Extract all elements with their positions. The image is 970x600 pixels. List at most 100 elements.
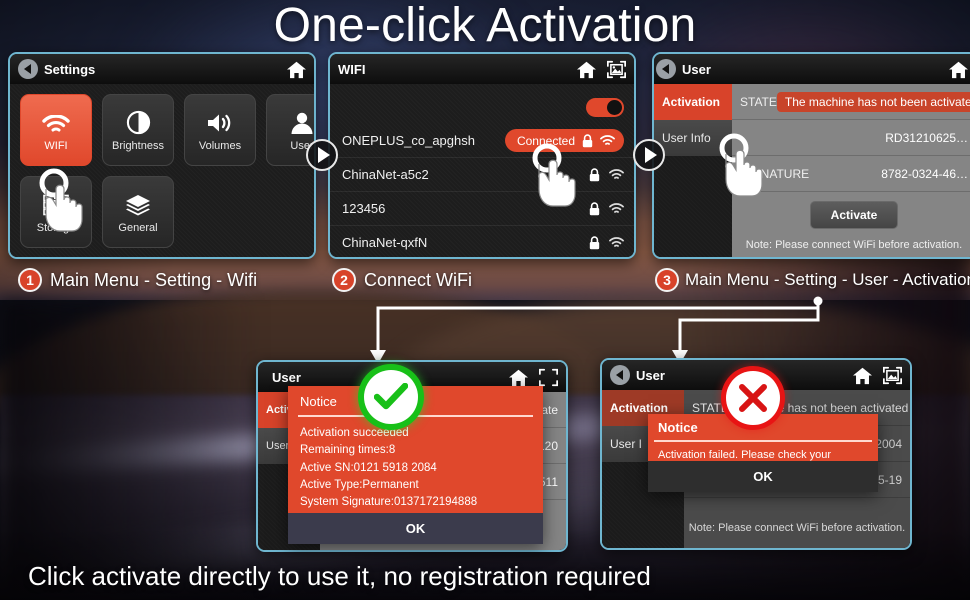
settings-tile-label: Brightness [112, 139, 164, 152]
wifi-toggle[interactable] [586, 98, 624, 117]
wifi-titlebar: WIFI [330, 54, 634, 84]
ok-button[interactable]: OK [288, 513, 543, 544]
back-arrow-icon[interactable] [656, 59, 676, 79]
tab-user-info[interactable]: User Info [654, 120, 732, 156]
settings-tile-label: Storage [36, 221, 76, 234]
settings-titlebar: Settings [10, 54, 314, 84]
user-title: User [682, 61, 711, 77]
home-icon[interactable] [852, 366, 873, 385]
home-icon[interactable] [576, 60, 597, 79]
next-arrow-1[interactable] [306, 139, 338, 171]
step-badge: 3 [655, 268, 679, 292]
wifi-network-row[interactable]: ChinaNet-a5c2 [330, 158, 634, 192]
error-cross-icon [726, 371, 780, 425]
user-row-key: SIGNATURE [740, 166, 810, 181]
wifi-ssid: 123456 [342, 201, 386, 216]
notice-line: Remaining times:8 [300, 444, 396, 457]
bottom-caption: Click activate directly to use it, no re… [28, 561, 651, 591]
screenshot-icon[interactable] [538, 368, 559, 387]
wifi-signal-icon [609, 202, 624, 213]
wifi-signal-icon [609, 168, 624, 179]
storage-icon [42, 191, 70, 217]
activate-button[interactable]: Activate [809, 201, 899, 229]
success-notice-dialog: Notice Activation succeeded Remaining ti… [288, 386, 543, 544]
step-label: Main Menu - Setting - Wifi [50, 269, 258, 290]
notice-line: Activation succeeded [300, 427, 409, 439]
user-activation-panel: User Activation User Info STATE The mach… [652, 52, 970, 259]
wifi-network-row[interactable]: 123456 [330, 192, 634, 226]
wifi-network-row[interactable]: - [330, 253, 634, 260]
step-label: Connect WiFi [364, 269, 473, 290]
failure-panel-title: User [636, 367, 665, 383]
status-badge: The machine has not been activated yet [776, 91, 970, 112]
step-badge: 2 [332, 268, 356, 292]
tab-activation[interactable]: Activation [654, 84, 732, 120]
activation-note: Note: Please connect WiFi before activat… [745, 239, 963, 251]
notice-line: Active SN:0121 5918 2084 [300, 461, 437, 474]
settings-tile-volumes[interactable]: Volumes [184, 94, 256, 166]
notice-line: Active Type:Permanent [300, 478, 419, 491]
user-tab-list: Activation User Info [654, 84, 732, 257]
step-caption-1: 1 Main Menu - Setting - Wifi [18, 268, 257, 292]
user-body: Activation User Info STATE The machine h… [654, 84, 970, 257]
activation-note: Note: Please connect WiFi before activat… [688, 522, 906, 534]
step-badge: 1 [18, 268, 42, 292]
layers-icon [124, 191, 152, 217]
settings-tile-brightness[interactable]: Brightness [102, 94, 174, 166]
page-title: One-click Activation [273, 0, 697, 52]
wifi-ssid: - [342, 256, 611, 257]
failure-row-key: STATE [692, 400, 729, 415]
wifi-signal-icon [609, 236, 624, 247]
lock-icon [589, 201, 600, 215]
user-row-signature: SIGNATURE 8782-0324-46… [732, 156, 970, 192]
step-caption-3: 3 Main Menu - Setting - User - Activatio… [655, 268, 970, 292]
back-arrow-icon[interactable] [610, 365, 630, 385]
settings-tile-grid: WIFI Brightness Volumes User Storage Gen… [10, 84, 314, 248]
settings-title: Settings [44, 61, 96, 77]
user-row-key: STATE [740, 94, 777, 109]
user-detail-area: STATE The machine has not been activated… [732, 84, 970, 257]
settings-panel: Settings WIFI Brightness Volumes User St… [8, 52, 316, 259]
step-label: Main Menu - Setting - User - Activation [685, 270, 970, 289]
home-icon[interactable] [948, 60, 969, 79]
play-triangle-icon [318, 147, 330, 163]
screenshot-icon[interactable] [882, 366, 903, 385]
user-row-value: RD31210625… [885, 130, 968, 145]
wifi-icon [42, 109, 70, 135]
ok-button[interactable]: OK [648, 461, 878, 492]
back-arrow-icon[interactable] [18, 59, 38, 79]
user-row-sn: RD31210625… [732, 120, 970, 156]
success-check-icon [364, 370, 418, 424]
success-panel-title: User [272, 369, 301, 385]
wifi-ssid: ONEPLUS_co_apghsh [342, 133, 475, 148]
notice-line: System Signature:0137172194888 [300, 496, 478, 508]
failure-notice-dialog: Notice Activation failed. Please check y… [648, 414, 878, 492]
chevron-up-icon [611, 259, 624, 260]
home-icon[interactable] [286, 60, 307, 79]
settings-tile-label: WIFI [44, 139, 68, 152]
next-arrow-2[interactable] [633, 139, 665, 171]
user-row-value: 8782-0324-46… [881, 166, 968, 181]
user-titlebar: User [654, 54, 970, 84]
play-triangle-icon [645, 147, 657, 163]
settings-tile-general[interactable]: General [102, 176, 174, 248]
screenshot-icon[interactable] [606, 60, 627, 79]
lock-icon [589, 235, 600, 249]
brightness-icon [126, 109, 151, 135]
wifi-body: ONEPLUS_co_apghsh Connected ChinaNet-a5c… [330, 84, 634, 257]
settings-tile-wifi[interactable]: WIFI [20, 94, 92, 166]
wifi-connected-label: Connected [516, 133, 575, 148]
settings-body: WIFI Brightness Volumes User Storage Gen… [10, 84, 314, 257]
step-caption-2: 2 Connect WiFi [332, 268, 472, 292]
settings-tile-label: Volumes [198, 139, 242, 152]
wifi-network-row[interactable]: ONEPLUS_co_apghsh Connected [330, 124, 634, 158]
user-icon [290, 109, 314, 135]
home-icon[interactable] [508, 368, 529, 387]
wifi-signal-icon [600, 134, 615, 145]
lock-icon [589, 167, 600, 181]
wifi-title: WIFI [338, 61, 366, 77]
wifi-ssid: ChinaNet-a5c2 [342, 167, 429, 182]
settings-tile-storage[interactable]: Storage [20, 176, 92, 248]
wifi-connected-pill: Connected [504, 129, 624, 152]
wifi-ssid: ChinaNet-qxfN [342, 235, 428, 250]
